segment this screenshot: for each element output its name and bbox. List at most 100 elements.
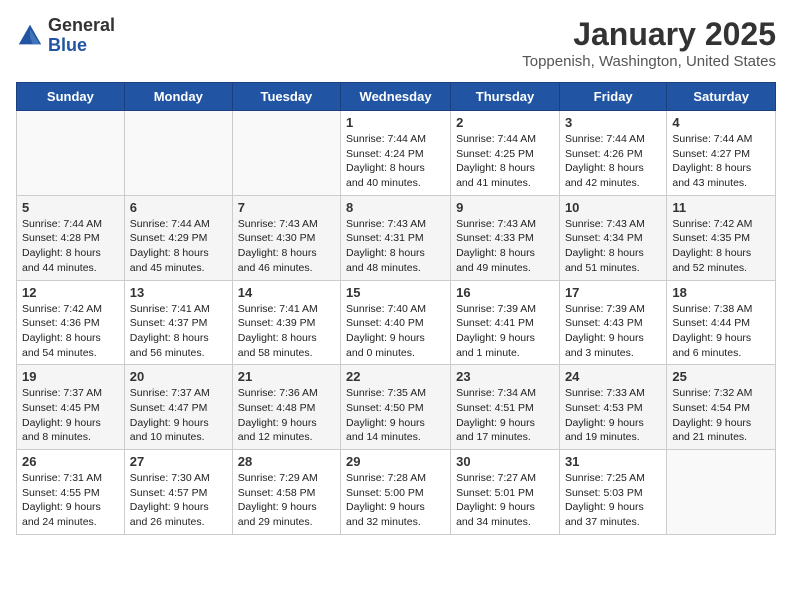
day-of-week-header: Tuesday: [232, 83, 340, 111]
day-of-week-header: Friday: [559, 83, 666, 111]
day-info: Sunrise: 7:31 AM Sunset: 4:55 PM Dayligh…: [22, 471, 119, 530]
logo-text: General Blue: [48, 16, 115, 56]
calendar-day-cell: 25Sunrise: 7:32 AM Sunset: 4:54 PM Dayli…: [667, 365, 776, 450]
calendar-day-cell: 20 Sunrise: 7:37 AM Sunset: 4:47 PM Dayli…: [124, 365, 232, 450]
calendar-day-cell: 16 Sunrise: 7:39 AM Sunset: 4:41 PM Dayli…: [451, 280, 560, 365]
day-info: Sunrise: 7:37 AM Sunset: 4:45 PM Dayligh…: [22, 386, 119, 445]
day-info: Sunrise: 7:33 AM Sunset: 4:53 PM Dayligh…: [565, 386, 661, 445]
day-info: Sunrise: 7:40 AM Sunset: 4:40 PM Dayligh…: [346, 302, 445, 361]
calendar-day-cell: 3 Sunrise: 7:44 AM Sunset: 4:26 PM Daylig…: [559, 111, 666, 196]
calendar-day-cell: 8 Sunrise: 7:43 AM Sunset: 4:31 PM Daylig…: [341, 195, 451, 280]
day-info: Sunrise: 7:43 AM Sunset: 4:33 PM Dayligh…: [456, 217, 554, 276]
calendar-day-cell: 30Sunrise: 7:27 AM Sunset: 5:01 PM Dayli…: [451, 450, 560, 535]
logo-icon: [16, 22, 44, 50]
calendar-day-cell: [667, 450, 776, 535]
day-info: Sunrise: 7:44 AM Sunset: 4:24 PM Dayligh…: [346, 132, 445, 191]
day-number: 28: [238, 454, 335, 469]
day-info: Sunrise: 7:43 AM Sunset: 4:31 PM Dayligh…: [346, 217, 445, 276]
day-number: 12: [22, 285, 119, 300]
calendar-day-cell: 13 Sunrise: 7:41 AM Sunset: 4:37 PM Dayli…: [124, 280, 232, 365]
day-number: 27: [130, 454, 227, 469]
calendar-day-cell: 18 Sunrise: 7:38 AM Sunset: 4:44 PM Dayli…: [667, 280, 776, 365]
calendar-day-cell: [17, 111, 125, 196]
calendar-week-row: 12 Sunrise: 7:42 AM Sunset: 4:36 PM Dayli…: [17, 280, 776, 365]
day-of-week-header: Wednesday: [341, 83, 451, 111]
day-number: 26: [22, 454, 119, 469]
calendar-day-cell: 12 Sunrise: 7:42 AM Sunset: 4:36 PM Dayli…: [17, 280, 125, 365]
day-info: Sunrise: 7:41 AM Sunset: 4:39 PM Dayligh…: [238, 302, 335, 361]
day-info: Sunrise: 7:36 AM Sunset: 4:48 PM Dayligh…: [238, 386, 335, 445]
day-info: Sunrise: 7:39 AM Sunset: 4:43 PM Dayligh…: [565, 302, 661, 361]
day-number: 22: [346, 369, 445, 384]
day-number: 1: [346, 115, 445, 130]
day-number: 8: [346, 200, 445, 215]
calendar-day-cell: 26 Sunrise: 7:31 AM Sunset: 4:55 PM Dayli…: [17, 450, 125, 535]
day-number: 18: [672, 285, 770, 300]
day-number: 30: [456, 454, 554, 469]
day-info: Sunrise: 7:43 AM Sunset: 4:30 PM Dayligh…: [238, 217, 335, 276]
calendar-day-cell: 6Sunrise: 7:44 AM Sunset: 4:29 PM Daylig…: [124, 195, 232, 280]
day-number: 9: [456, 200, 554, 215]
day-info: Sunrise: 7:44 AM Sunset: 4:28 PM Dayligh…: [22, 217, 119, 276]
day-number: 2: [456, 115, 554, 130]
day-info: Sunrise: 7:42 AM Sunset: 4:35 PM Dayligh…: [672, 217, 770, 276]
day-of-week-header: Monday: [124, 83, 232, 111]
day-info: Sunrise: 7:41 AM Sunset: 4:37 PM Dayligh…: [130, 302, 227, 361]
calendar-day-cell: 9 Sunrise: 7:43 AM Sunset: 4:33 PM Daylig…: [451, 195, 560, 280]
day-number: 23: [456, 369, 554, 384]
logo-general: General: [48, 16, 115, 36]
day-number: 5: [22, 200, 119, 215]
day-number: 3: [565, 115, 661, 130]
calendar-day-cell: 17 Sunrise: 7:39 AM Sunset: 4:43 PM Dayli…: [559, 280, 666, 365]
day-info: Sunrise: 7:34 AM Sunset: 4:51 PM Dayligh…: [456, 386, 554, 445]
day-number: 4: [672, 115, 770, 130]
day-number: 14: [238, 285, 335, 300]
calendar-day-cell: 11Sunrise: 7:42 AM Sunset: 4:35 PM Dayli…: [667, 195, 776, 280]
day-number: 7: [238, 200, 335, 215]
calendar-day-cell: 1 Sunrise: 7:44 AM Sunset: 4:24 PM Daylig…: [341, 111, 451, 196]
day-info: Sunrise: 7:44 AM Sunset: 4:25 PM Dayligh…: [456, 132, 554, 191]
day-info: Sunrise: 7:44 AM Sunset: 4:26 PM Dayligh…: [565, 132, 661, 191]
day-info: Sunrise: 7:39 AM Sunset: 4:41 PM Dayligh…: [456, 302, 554, 361]
calendar-day-cell: 10 Sunrise: 7:43 AM Sunset: 4:34 PM Dayli…: [559, 195, 666, 280]
day-number: 6: [130, 200, 227, 215]
day-info: Sunrise: 7:25 AM Sunset: 5:03 PM Dayligh…: [565, 471, 661, 530]
calendar-week-row: 1 Sunrise: 7:44 AM Sunset: 4:24 PM Daylig…: [17, 111, 776, 196]
day-info: Sunrise: 7:32 AM Sunset: 4:54 PM Dayligh…: [672, 386, 770, 445]
day-number: 13: [130, 285, 227, 300]
calendar-day-cell: 22 Sunrise: 7:35 AM Sunset: 4:50 PM Dayli…: [341, 365, 451, 450]
day-number: 10: [565, 200, 661, 215]
day-info: Sunrise: 7:28 AM Sunset: 5:00 PM Dayligh…: [346, 471, 445, 530]
day-info: Sunrise: 7:38 AM Sunset: 4:44 PM Dayligh…: [672, 302, 770, 361]
day-info: Sunrise: 7:43 AM Sunset: 4:34 PM Dayligh…: [565, 217, 661, 276]
day-number: 19: [22, 369, 119, 384]
day-number: 16: [456, 285, 554, 300]
calendar-day-cell: 19 Sunrise: 7:37 AM Sunset: 4:45 PM Dayli…: [17, 365, 125, 450]
day-number: 15: [346, 285, 445, 300]
calendar-day-cell: 27 Sunrise: 7:30 AM Sunset: 4:57 PM Dayli…: [124, 450, 232, 535]
day-info: Sunrise: 7:29 AM Sunset: 4:58 PM Dayligh…: [238, 471, 335, 530]
month-title: January 2025: [522, 16, 776, 53]
logo: General Blue: [16, 16, 115, 56]
calendar-header-row: SundayMondayTuesdayWednesdayThursdayFrid…: [17, 83, 776, 111]
calendar: SundayMondayTuesdayWednesdayThursdayFrid…: [16, 82, 776, 535]
day-info: Sunrise: 7:42 AM Sunset: 4:36 PM Dayligh…: [22, 302, 119, 361]
day-number: 24: [565, 369, 661, 384]
calendar-day-cell: 24 Sunrise: 7:33 AM Sunset: 4:53 PM Dayli…: [559, 365, 666, 450]
calendar-day-cell: 15 Sunrise: 7:40 AM Sunset: 4:40 PM Dayli…: [341, 280, 451, 365]
day-info: Sunrise: 7:30 AM Sunset: 4:57 PM Dayligh…: [130, 471, 227, 530]
calendar-day-cell: [124, 111, 232, 196]
day-number: 31: [565, 454, 661, 469]
calendar-day-cell: 2 Sunrise: 7:44 AM Sunset: 4:25 PM Daylig…: [451, 111, 560, 196]
day-info: Sunrise: 7:37 AM Sunset: 4:47 PM Dayligh…: [130, 386, 227, 445]
calendar-week-row: 19 Sunrise: 7:37 AM Sunset: 4:45 PM Dayli…: [17, 365, 776, 450]
calendar-week-row: 26 Sunrise: 7:31 AM Sunset: 4:55 PM Dayli…: [17, 450, 776, 535]
calendar-day-cell: 29 Sunrise: 7:28 AM Sunset: 5:00 PM Dayli…: [341, 450, 451, 535]
day-number: 17: [565, 285, 661, 300]
calendar-day-cell: 31 Sunrise: 7:25 AM Sunset: 5:03 PM Dayli…: [559, 450, 666, 535]
day-of-week-header: Sunday: [17, 83, 125, 111]
location: Toppenish, Washington, United States: [522, 53, 776, 70]
day-number: 29: [346, 454, 445, 469]
day-info: Sunrise: 7:35 AM Sunset: 4:50 PM Dayligh…: [346, 386, 445, 445]
day-number: 20: [130, 369, 227, 384]
